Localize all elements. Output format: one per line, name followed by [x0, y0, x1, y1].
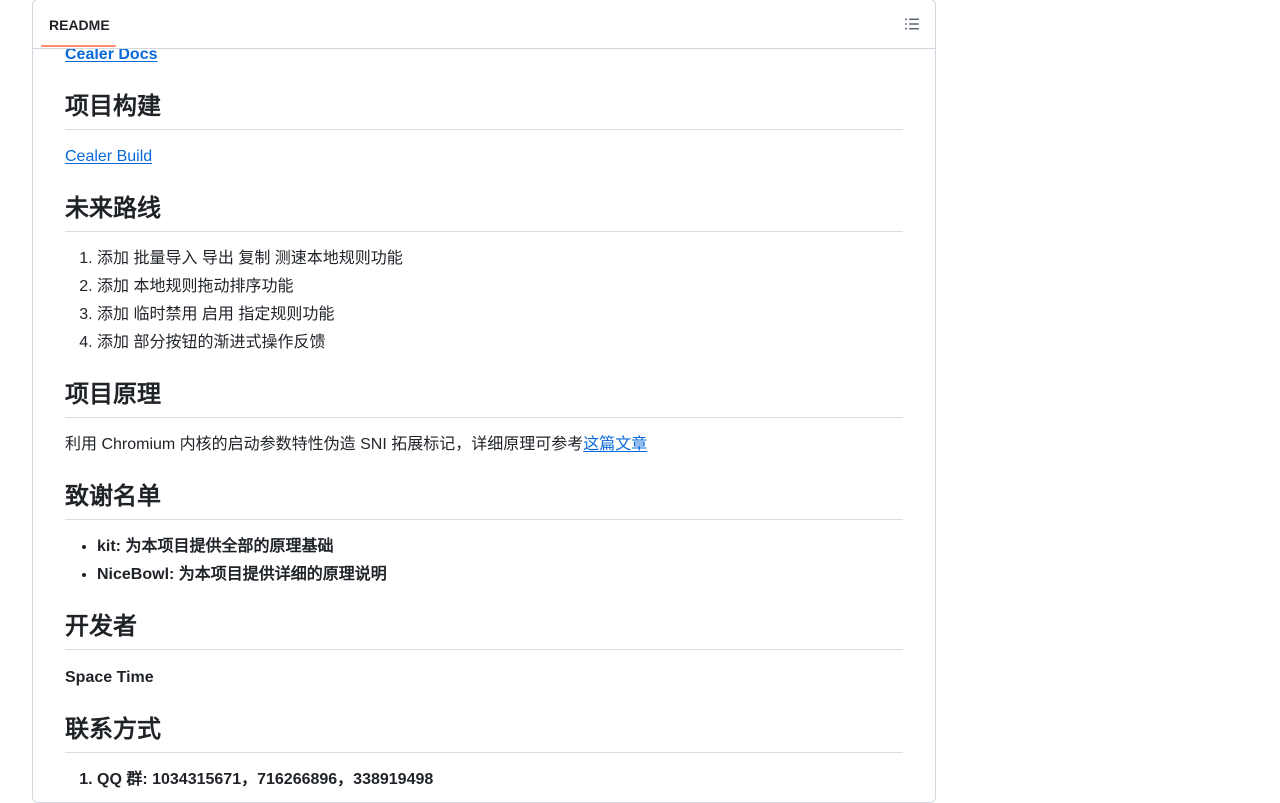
- thanks-list: kit: 为本项目提供全部的原理基础 NiceBowl: 为本项目提供详细的原理…: [65, 533, 387, 589]
- principle-paragraph: 利用 Chromium 内核的启动参数特性伪造 SNI 拓展标记，详细原理可参考…: [65, 433, 647, 457]
- thanks-item: kit: 为本项目提供全部的原理基础: [97, 533, 387, 561]
- roadmap-item: 添加 批量导入 导出 复制 测速本地规则功能: [97, 245, 403, 273]
- readme-tab-underline: [41, 45, 116, 47]
- roadmap-item: 添加 部分按钮的渐进式操作反馈: [97, 329, 403, 357]
- heading-build: 项目构建: [65, 91, 903, 130]
- build-link[interactable]: Cealer Build: [65, 148, 152, 165]
- readme-panel: README Cealer Docs 项目构建 Cealer Build 未来路…: [32, 0, 936, 803]
- thanks-item: NiceBowl: 为本项目提供详细的原理说明: [97, 561, 387, 589]
- heading-roadmap: 未来路线: [65, 193, 903, 232]
- principle-text: 利用 Chromium 内核的启动参数特性伪造 SNI 拓展标记，详细原理可参考: [65, 436, 584, 453]
- heading-contact: 联系方式: [65, 714, 903, 753]
- developer-name: Space Time: [65, 669, 154, 686]
- readme-tab[interactable]: README: [41, 0, 118, 48]
- heading-developer: 开发者: [65, 611, 903, 650]
- heading-principle: 项目原理: [65, 379, 903, 418]
- roadmap-item: 添加 本地规则拖动排序功能: [97, 273, 403, 301]
- article-link[interactable]: 这篇文章: [583, 436, 647, 453]
- roadmap-item: 添加 临时禁用 启用 指定规则功能: [97, 301, 403, 329]
- heading-thanks: 致谢名单: [65, 481, 903, 520]
- outline-button[interactable]: [899, 12, 925, 36]
- contact-list: QQ 群: 1034315671，716266896，338919498: [65, 766, 433, 794]
- readme-header: README: [33, 0, 935, 49]
- roadmap-list: 添加 批量导入 导出 复制 测速本地规则功能 添加 本地规则拖动排序功能 添加 …: [65, 245, 403, 357]
- contact-item: QQ 群: 1034315671，716266896，338919498: [97, 766, 433, 794]
- list-unordered-icon: [905, 18, 919, 30]
